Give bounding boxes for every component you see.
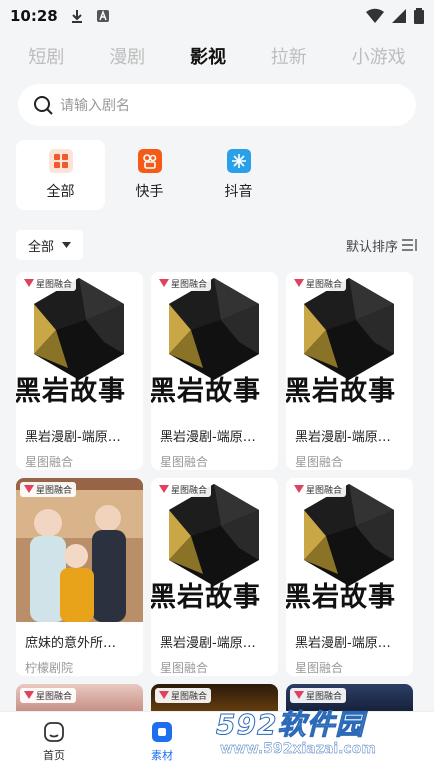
material-icon [152, 721, 172, 742]
card-tag: 星图融合 [290, 276, 347, 291]
card-tag: 星图融合 [290, 482, 347, 497]
platform-douyin[interactable]: 抖音 [194, 140, 283, 210]
card-thumbnail: 黑岩故事 星图融合 [151, 272, 278, 416]
card-title: 庶妹的意外所… [25, 636, 117, 651]
nav-material-label: 素材 [151, 748, 173, 762]
category-tabs: 短剧 漫剧 影视 拉新 小游戏 [0, 32, 434, 80]
xingtu-logo-icon [24, 279, 34, 287]
tab-xiaoyouxi[interactable]: 小游戏 [352, 43, 406, 69]
poster-title: 黑岩故事 [286, 582, 396, 613]
poster-title: 黑岩故事 [151, 376, 261, 407]
content-card[interactable]: 黑岩故事 星图融合 黑岩漫剧-端原… 星图融合 [151, 478, 278, 676]
wifi-icon [366, 8, 384, 23]
sort-label: 默认排序 [345, 239, 398, 255]
caret-down-icon [62, 242, 72, 248]
sort-icon [402, 239, 417, 251]
grid-icon [48, 149, 73, 173]
filter-selected: 全部 [28, 239, 55, 255]
card-title: 黑岩漫剧-端原… [295, 430, 391, 445]
search-placeholder: 请输入剧名 [60, 98, 130, 114]
poster-title: 黑岩故事 [286, 376, 396, 407]
signal-icon [392, 9, 406, 23]
status-time: 10:28 [10, 7, 58, 25]
card-source: 星图融合 [25, 455, 74, 469]
platform-kuaishou[interactable]: 快手 [105, 140, 194, 210]
content-grid: 黑岩故事 星图融合 黑岩漫剧-端原… 星图融合 黑岩故事 星图融合 黑岩漫剧-端原… 星图融合… [16, 272, 418, 676]
card-tag-label: 星图融合 [306, 486, 343, 496]
home-icon [44, 721, 64, 742]
card-tag-label: 星图融合 [171, 280, 208, 290]
app-notification-icon [96, 10, 109, 22]
xingtu-logo-icon [294, 485, 304, 493]
content-card[interactable]: 黑岩故事 星图融合 黑岩漫剧-端原… 星图融合 [16, 272, 143, 470]
poster-title: 黑岩故事 [16, 376, 126, 407]
platform-all-label: 全部 [46, 184, 75, 200]
card-thumbnail: 黑岩故事 星图融合 [16, 272, 143, 416]
nav-home[interactable]: 首页 [0, 712, 108, 771]
card-title: 黑岩漫剧-端原… [160, 636, 256, 651]
xingtu-logo-icon [159, 279, 169, 287]
card-tag-label: 星图融合 [36, 486, 73, 496]
search-input[interactable]: 请输入剧名 [18, 84, 416, 126]
douyin-icon [226, 149, 251, 173]
content-card-partial[interactable]: 星图融合 [16, 684, 143, 714]
card-tag: 星图融合 [20, 688, 77, 703]
watermark-title: 592软件园 [216, 708, 365, 742]
content-card[interactable]: 黑岩故事 星图融合 黑岩漫剧-端原… 星图融合 [286, 272, 413, 470]
card-thumbnail: 黑岩故事 星图融合 [151, 478, 278, 622]
card-thumbnail: 星图融合 [16, 478, 143, 622]
card-title: 黑岩漫剧-端原… [160, 430, 256, 445]
sort-button[interactable]: 默认排序 [346, 236, 418, 255]
card-source: 星图融合 [295, 661, 344, 675]
download-icon [71, 10, 82, 23]
card-tag-label: 星图融合 [36, 280, 73, 290]
search-icon [34, 96, 53, 115]
content-card[interactable]: 黑岩故事 星图融合 黑岩漫剧-端原… 星图融合 [151, 272, 278, 470]
kuaishou-icon [137, 149, 162, 173]
xingtu-logo-icon [294, 279, 304, 287]
card-title: 黑岩漫剧-端原… [295, 636, 391, 651]
card-tag-label: 星图融合 [171, 486, 208, 496]
card-title: 黑岩漫剧-端原… [25, 430, 121, 445]
filter-bar: 全部 默认排序 [16, 230, 418, 260]
tab-manju[interactable]: 漫剧 [109, 43, 145, 69]
card-tag: 星图融合 [20, 276, 77, 291]
platform-all[interactable]: 全部 [16, 140, 105, 210]
card-source: 星图融合 [160, 455, 209, 469]
card-source: 星图融合 [295, 455, 344, 469]
card-tag: 星图融合 [155, 482, 212, 497]
status-bar: 10:28 [0, 0, 434, 32]
watermark-logo: 592软件园 www.592xiazai.com [216, 703, 430, 761]
nav-home-label: 首页 [43, 748, 65, 762]
watermark-url: www.592xiazai.com [220, 741, 376, 757]
card-thumbnail: 黑岩故事 星图融合 [286, 478, 413, 622]
nav-material[interactable]: 素材 [108, 712, 216, 771]
content-card[interactable]: 星图融合庶妹的意外所… 柠檬剧院 [16, 478, 143, 676]
content-card[interactable]: 黑岩故事 星图融合 黑岩漫剧-端原… 星图融合 [286, 478, 413, 676]
card-tag: 星图融合 [155, 276, 212, 291]
card-tag-label: 星图融合 [306, 280, 343, 290]
card-thumbnail: 黑岩故事 星图融合 [286, 272, 413, 416]
tab-laxin[interactable]: 拉新 [271, 43, 307, 69]
filter-dropdown[interactable]: 全部 [16, 230, 84, 260]
poster-title: 黑岩故事 [151, 582, 261, 613]
card-tag: 星图融合 [20, 482, 77, 497]
xingtu-logo-icon [24, 485, 34, 493]
tab-duanju[interactable]: 短剧 [28, 43, 64, 69]
platform-filter: 全部 快手 抖音 [16, 140, 418, 210]
card-source: 柠檬剧院 [25, 661, 74, 675]
tab-yingshi[interactable]: 影视 [190, 43, 226, 69]
platform-kuaishou-label: 快手 [135, 184, 164, 200]
xingtu-logo-icon [159, 485, 169, 493]
card-tag: 星图融合 [290, 688, 347, 703]
battery-icon [414, 8, 424, 24]
card-tag: 星图融合 [155, 688, 212, 703]
platform-douyin-label: 抖音 [224, 184, 253, 200]
card-source: 星图融合 [160, 661, 209, 675]
